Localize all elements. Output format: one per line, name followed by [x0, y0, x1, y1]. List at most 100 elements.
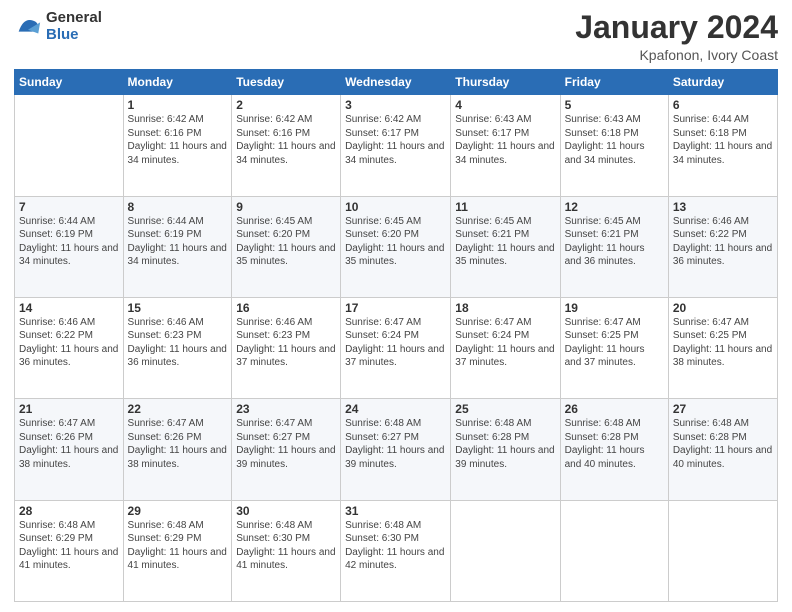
- week-row-1: 7Sunrise: 6:44 AMSunset: 6:19 PMDaylight…: [15, 196, 778, 297]
- week-row-2: 14Sunrise: 6:46 AMSunset: 6:22 PMDayligh…: [15, 297, 778, 398]
- title-block: January 2024 Kpafonon, Ivory Coast: [575, 10, 778, 63]
- calendar-thead: SundayMondayTuesdayWednesdayThursdayFrid…: [15, 70, 778, 95]
- day-number: 22: [128, 402, 228, 416]
- week-row-4: 28Sunrise: 6:48 AMSunset: 6:29 PMDayligh…: [15, 500, 778, 601]
- day-number: 18: [455, 301, 555, 315]
- day-number: 25: [455, 402, 555, 416]
- day-info: Sunrise: 6:45 AMSunset: 6:20 PMDaylight:…: [345, 215, 446, 269]
- day-number: 27: [673, 402, 773, 416]
- day-info: Sunrise: 6:44 AMSunset: 6:19 PMDaylight:…: [19, 215, 119, 269]
- day-number: 26: [565, 402, 664, 416]
- day-cell: 3Sunrise: 6:42 AMSunset: 6:17 PMDaylight…: [341, 95, 451, 196]
- day-cell: 25Sunrise: 6:48 AMSunset: 6:28 PMDayligh…: [451, 399, 560, 500]
- calendar-table: SundayMondayTuesdayWednesdayThursdayFrid…: [14, 69, 778, 602]
- day-info: Sunrise: 6:47 AMSunset: 6:25 PMDaylight:…: [673, 316, 773, 370]
- day-cell: 10Sunrise: 6:45 AMSunset: 6:20 PMDayligh…: [341, 196, 451, 297]
- week-row-3: 21Sunrise: 6:47 AMSunset: 6:26 PMDayligh…: [15, 399, 778, 500]
- header-cell-monday: Monday: [123, 70, 232, 95]
- day-info: Sunrise: 6:42 AMSunset: 6:16 PMDaylight:…: [128, 113, 228, 167]
- day-cell: 18Sunrise: 6:47 AMSunset: 6:24 PMDayligh…: [451, 297, 560, 398]
- day-number: 17: [345, 301, 446, 315]
- day-cell: 27Sunrise: 6:48 AMSunset: 6:28 PMDayligh…: [668, 399, 777, 500]
- day-info: Sunrise: 6:47 AMSunset: 6:26 PMDaylight:…: [19, 417, 119, 471]
- day-cell: 15Sunrise: 6:46 AMSunset: 6:23 PMDayligh…: [123, 297, 232, 398]
- logo: General Blue: [14, 10, 102, 43]
- day-number: 11: [455, 200, 555, 214]
- page: General Blue January 2024 Kpafonon, Ivor…: [0, 0, 792, 612]
- day-info: Sunrise: 6:47 AMSunset: 6:24 PMDaylight:…: [345, 316, 446, 370]
- day-number: 8: [128, 200, 228, 214]
- day-info: Sunrise: 6:47 AMSunset: 6:26 PMDaylight:…: [128, 417, 228, 471]
- day-cell: [15, 95, 124, 196]
- day-number: 9: [236, 200, 336, 214]
- day-cell: 24Sunrise: 6:48 AMSunset: 6:27 PMDayligh…: [341, 399, 451, 500]
- day-number: 19: [565, 301, 664, 315]
- day-cell: 14Sunrise: 6:46 AMSunset: 6:22 PMDayligh…: [15, 297, 124, 398]
- day-number: 10: [345, 200, 446, 214]
- day-info: Sunrise: 6:48 AMSunset: 6:28 PMDaylight:…: [673, 417, 773, 471]
- day-info: Sunrise: 6:42 AMSunset: 6:17 PMDaylight:…: [345, 113, 446, 167]
- header-cell-thursday: Thursday: [451, 70, 560, 95]
- day-info: Sunrise: 6:46 AMSunset: 6:22 PMDaylight:…: [673, 215, 773, 269]
- header-cell-friday: Friday: [560, 70, 668, 95]
- day-number: 12: [565, 200, 664, 214]
- header-cell-sunday: Sunday: [15, 70, 124, 95]
- day-cell: 1Sunrise: 6:42 AMSunset: 6:16 PMDaylight…: [123, 95, 232, 196]
- day-info: Sunrise: 6:46 AMSunset: 6:23 PMDaylight:…: [236, 316, 336, 370]
- day-info: Sunrise: 6:48 AMSunset: 6:29 PMDaylight:…: [128, 519, 228, 573]
- day-number: 23: [236, 402, 336, 416]
- day-info: Sunrise: 6:47 AMSunset: 6:25 PMDaylight:…: [565, 316, 664, 370]
- day-info: Sunrise: 6:42 AMSunset: 6:16 PMDaylight:…: [236, 113, 336, 167]
- day-info: Sunrise: 6:47 AMSunset: 6:24 PMDaylight:…: [455, 316, 555, 370]
- day-cell: [451, 500, 560, 601]
- day-cell: 30Sunrise: 6:48 AMSunset: 6:30 PMDayligh…: [232, 500, 341, 601]
- day-number: 30: [236, 504, 336, 518]
- day-cell: 16Sunrise: 6:46 AMSunset: 6:23 PMDayligh…: [232, 297, 341, 398]
- day-number: 6: [673, 98, 773, 112]
- logo-general-text: General: [46, 10, 102, 27]
- day-number: 2: [236, 98, 336, 112]
- day-cell: 8Sunrise: 6:44 AMSunset: 6:19 PMDaylight…: [123, 196, 232, 297]
- day-number: 28: [19, 504, 119, 518]
- day-info: Sunrise: 6:48 AMSunset: 6:28 PMDaylight:…: [455, 417, 555, 471]
- day-cell: 22Sunrise: 6:47 AMSunset: 6:26 PMDayligh…: [123, 399, 232, 500]
- header-cell-wednesday: Wednesday: [341, 70, 451, 95]
- day-info: Sunrise: 6:46 AMSunset: 6:22 PMDaylight:…: [19, 316, 119, 370]
- day-number: 15: [128, 301, 228, 315]
- day-cell: 26Sunrise: 6:48 AMSunset: 6:28 PMDayligh…: [560, 399, 668, 500]
- day-info: Sunrise: 6:48 AMSunset: 6:29 PMDaylight:…: [19, 519, 119, 573]
- day-number: 4: [455, 98, 555, 112]
- logo-text: General Blue: [46, 10, 102, 43]
- header-cell-tuesday: Tuesday: [232, 70, 341, 95]
- week-row-0: 1Sunrise: 6:42 AMSunset: 6:16 PMDaylight…: [15, 95, 778, 196]
- logo-blue-text: Blue: [46, 27, 102, 44]
- day-info: Sunrise: 6:44 AMSunset: 6:19 PMDaylight:…: [128, 215, 228, 269]
- day-cell: 17Sunrise: 6:47 AMSunset: 6:24 PMDayligh…: [341, 297, 451, 398]
- day-info: Sunrise: 6:45 AMSunset: 6:20 PMDaylight:…: [236, 215, 336, 269]
- day-number: 20: [673, 301, 773, 315]
- day-cell: 20Sunrise: 6:47 AMSunset: 6:25 PMDayligh…: [668, 297, 777, 398]
- day-info: Sunrise: 6:47 AMSunset: 6:27 PMDaylight:…: [236, 417, 336, 471]
- day-info: Sunrise: 6:48 AMSunset: 6:28 PMDaylight:…: [565, 417, 664, 471]
- day-cell: 21Sunrise: 6:47 AMSunset: 6:26 PMDayligh…: [15, 399, 124, 500]
- day-cell: 7Sunrise: 6:44 AMSunset: 6:19 PMDaylight…: [15, 196, 124, 297]
- day-number: 16: [236, 301, 336, 315]
- day-cell: 28Sunrise: 6:48 AMSunset: 6:29 PMDayligh…: [15, 500, 124, 601]
- day-cell: 9Sunrise: 6:45 AMSunset: 6:20 PMDaylight…: [232, 196, 341, 297]
- calendar-subtitle: Kpafonon, Ivory Coast: [575, 47, 778, 63]
- day-number: 13: [673, 200, 773, 214]
- day-cell: 4Sunrise: 6:43 AMSunset: 6:17 PMDaylight…: [451, 95, 560, 196]
- day-info: Sunrise: 6:48 AMSunset: 6:27 PMDaylight:…: [345, 417, 446, 471]
- day-info: Sunrise: 6:48 AMSunset: 6:30 PMDaylight:…: [345, 519, 446, 573]
- logo-icon: [14, 13, 42, 41]
- day-cell: 12Sunrise: 6:45 AMSunset: 6:21 PMDayligh…: [560, 196, 668, 297]
- day-info: Sunrise: 6:45 AMSunset: 6:21 PMDaylight:…: [565, 215, 664, 269]
- day-cell: [668, 500, 777, 601]
- day-number: 21: [19, 402, 119, 416]
- day-number: 29: [128, 504, 228, 518]
- day-info: Sunrise: 6:45 AMSunset: 6:21 PMDaylight:…: [455, 215, 555, 269]
- day-info: Sunrise: 6:43 AMSunset: 6:18 PMDaylight:…: [565, 113, 664, 167]
- calendar-title: January 2024: [575, 10, 778, 45]
- day-number: 1: [128, 98, 228, 112]
- day-cell: [560, 500, 668, 601]
